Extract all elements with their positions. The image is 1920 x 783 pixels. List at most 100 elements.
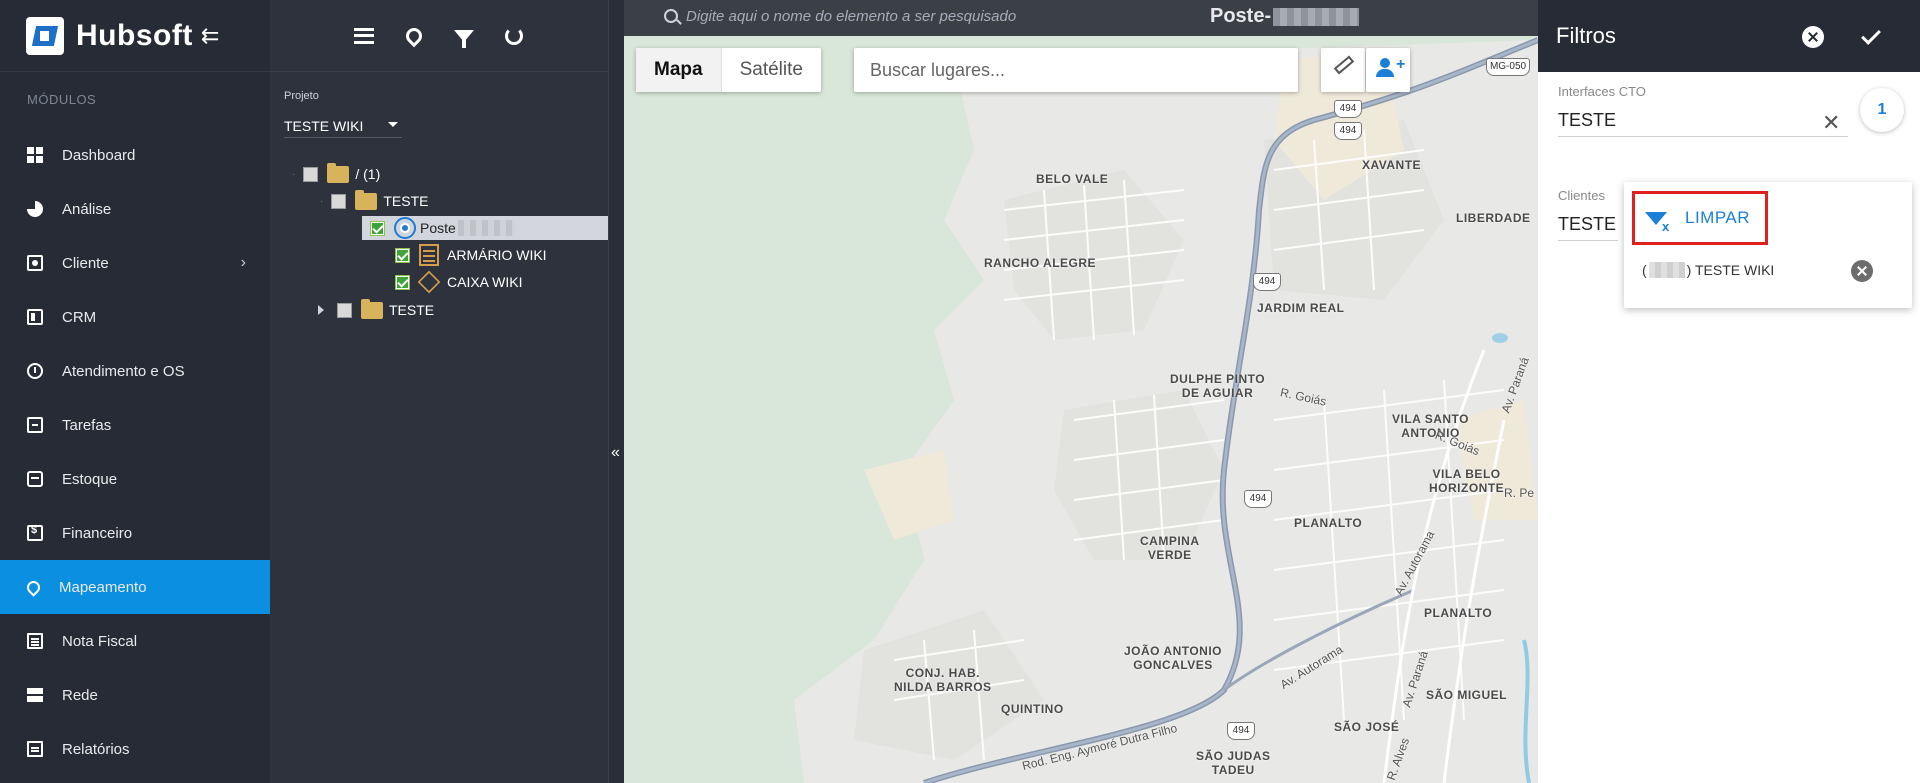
field-underline <box>1558 240 1618 241</box>
hubsoft-logo-icon <box>26 16 64 55</box>
sidebar-item-label: Dashboard <box>62 146 136 164</box>
map-label: SÃO JUDAS TADEU <box>1196 749 1271 777</box>
tree-checkbox[interactable] <box>395 247 410 263</box>
map-marker-icon[interactable] <box>402 24 426 48</box>
sidebar-item-label: CRM <box>62 308 97 326</box>
map-canvas[interactable]: Digite aqui o nome do elemento a ser pes… <box>624 0 1538 783</box>
sidebar-item-tarefas[interactable]: Tarefas <box>0 398 270 452</box>
sidebar-item-label: Rede <box>62 686 98 704</box>
tree-checkbox[interactable] <box>395 274 410 290</box>
sidebar-item-label: Análise <box>62 200 112 218</box>
add-client-button[interactable] <box>1366 48 1410 92</box>
add-person-icon <box>1376 56 1405 77</box>
interfaces-cto-field[interactable]: TESTE <box>1558 110 1616 131</box>
clientes-label: Clientes <box>1558 188 1605 203</box>
stock-icon <box>27 471 43 487</box>
tree-checkbox[interactable] <box>370 220 385 236</box>
tree-node-label: ARMÁRIO WIKI <box>447 247 547 263</box>
clientes-field[interactable]: TESTE <box>1558 214 1616 235</box>
brand-header: Hubsoft ⇇ <box>0 0 270 72</box>
clientes-dropdown: LIMPAR () TESTE WIKI <box>1624 182 1912 308</box>
redacted-text <box>1273 7 1360 26</box>
main-sidebar: Hubsoft ⇇ MÓDULOS Dashboard Análise Clie… <box>0 0 270 783</box>
tree-node-caixa[interactable]: CAIXA WIKI <box>395 270 522 294</box>
map-label: RANCHO ALEGRE <box>984 256 1097 270</box>
sidebar-item-label: Atendimento e OS <box>62 362 185 380</box>
road-label: R. Pe <box>1504 486 1535 500</box>
tasks-icon <box>27 417 43 433</box>
dropdown-caret-icon <box>388 122 398 127</box>
highway-shield: 494 <box>1334 122 1362 140</box>
highway-shield: MG-050 <box>1486 58 1530 76</box>
filter-icon[interactable] <box>452 24 476 48</box>
sidebar-item-label: Relatórios <box>62 740 130 758</box>
redacted-text <box>1648 262 1685 278</box>
brand-name: Hubsoft <box>76 18 193 52</box>
sidebar-item-nota-fiscal[interactable]: Nota Fiscal <box>0 614 270 668</box>
panel-splitter[interactable]: « <box>608 0 624 783</box>
selected-element-title: Poste- <box>1210 5 1360 28</box>
filters-header: Filtros <box>1538 0 1920 72</box>
tree-node-label: TESTE <box>383 193 429 209</box>
tree-node-label: TESTE <box>389 302 435 318</box>
refresh-icon[interactable] <box>502 24 526 48</box>
cabinet-icon <box>419 244 439 266</box>
sidebar-item-label: Nota Fiscal <box>62 632 138 650</box>
remove-option-icon[interactable] <box>1851 260 1873 282</box>
map-tiles <box>624 0 1538 783</box>
sidebar-item-label: Cliente <box>62 254 109 272</box>
tree-node-label: CAIXA WIKI <box>447 274 523 290</box>
sidebar-item-crm[interactable]: CRM <box>0 290 270 344</box>
tree-node-root[interactable]: · / (1) <box>292 162 380 186</box>
filters-title: Filtros <box>1556 23 1616 48</box>
menu-collapse-icon[interactable]: ⇇ <box>201 24 219 47</box>
map-label: XAVANTE <box>1362 158 1422 172</box>
measure-button[interactable] <box>1321 48 1365 92</box>
filter-clear-icon <box>1645 211 1670 234</box>
tree-node-teste[interactable]: · TESTE <box>320 189 428 213</box>
redacted-text <box>457 220 514 236</box>
sidebar-item-relatorios[interactable]: Relatórios <box>0 722 270 776</box>
sidebar-item-atendimento[interactable]: Atendimento e OS <box>0 344 270 398</box>
tree-checkbox[interactable] <box>331 193 347 209</box>
sidebar-item-financeiro[interactable]: Financeiro <box>0 506 270 560</box>
tree-node-armario[interactable]: ARMÁRIO WIKI <box>395 243 547 267</box>
map-type-satelite-button[interactable]: Satélite <box>720 48 821 92</box>
project-select[interactable]: TESTE WIKI <box>284 114 402 138</box>
double-chevron-left-icon[interactable]: « <box>611 444 620 462</box>
clear-field-icon[interactable]: ✕ <box>1822 110 1840 136</box>
sidebar-item-rede[interactable]: Rede <box>0 668 270 722</box>
selection-count-badge[interactable]: 1 <box>1860 88 1904 132</box>
selected-client-option[interactable]: () TESTE WIKI <box>1642 262 1774 278</box>
sidebar-item-mapeamento[interactable]: Mapeamento <box>0 560 270 614</box>
map-type-control: Mapa Satélite <box>636 48 821 92</box>
tree-node-teste-2[interactable]: TESTE <box>318 298 434 322</box>
highway-shield: 494 <box>1244 490 1272 508</box>
project-label: Projeto <box>284 90 319 102</box>
clear-filter-button[interactable]: LIMPAR <box>1632 191 1768 245</box>
ruler-icon <box>1333 55 1355 75</box>
tree-checkbox[interactable] <box>303 166 319 182</box>
map-label: CONJ. HAB. NILDA BARROS <box>894 666 992 694</box>
folder-icon <box>327 162 350 183</box>
tree-checkbox[interactable] <box>337 302 352 318</box>
hamburger-menu-icon[interactable] <box>352 24 376 48</box>
map-type-mapa-button[interactable]: Mapa <box>636 48 721 92</box>
map-pin-icon <box>24 577 43 597</box>
expand-arrow-icon[interactable] <box>318 305 324 315</box>
sidebar-item-analise[interactable]: Análise <box>0 182 270 236</box>
sidebar-item-estoque[interactable]: Estoque <box>0 452 270 506</box>
sidebar-item-cliente[interactable]: Cliente › <box>0 236 270 290</box>
client-card-icon <box>27 255 43 271</box>
pole-target-icon <box>394 217 416 239</box>
tree-node-poste[interactable]: Poste <box>362 216 608 240</box>
report-icon <box>27 741 43 757</box>
map-label: VILA BELO HORIZONTE <box>1429 467 1505 495</box>
search-icon <box>664 9 678 23</box>
highway-shield: 494 <box>1334 100 1362 118</box>
close-icon[interactable] <box>1802 26 1824 48</box>
places-search-input[interactable] <box>854 48 1298 92</box>
confirm-check-icon[interactable] <box>1861 25 1881 45</box>
sidebar-item-dashboard[interactable]: Dashboard <box>0 128 270 182</box>
element-search-input[interactable]: Digite aqui o nome do elemento a ser pes… <box>686 8 1016 25</box>
